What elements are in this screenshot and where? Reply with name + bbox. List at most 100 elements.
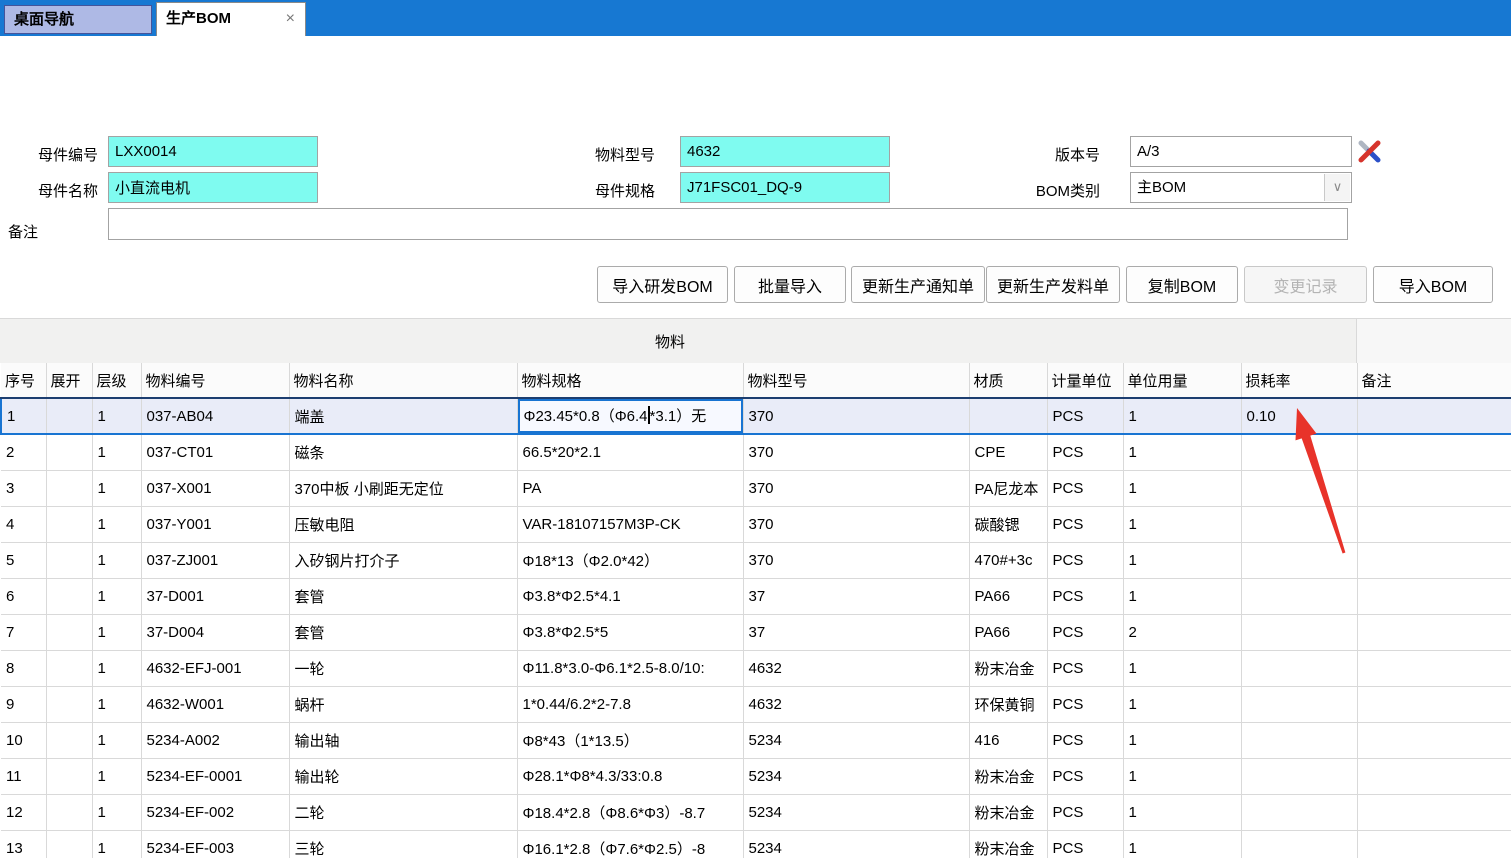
column-header-model[interactable]: 物料型号 xyxy=(743,363,969,398)
cell-model[interactable]: 370 xyxy=(743,542,969,578)
cell-name[interactable]: 三轮 xyxy=(289,830,517,858)
cell-model[interactable]: 4632 xyxy=(743,650,969,686)
cell-level[interactable]: 1 xyxy=(92,398,141,434)
column-header-code[interactable]: 物料编号 xyxy=(141,363,289,398)
import-bom-button[interactable]: 导入BOM xyxy=(1373,266,1493,303)
cell-expand[interactable] xyxy=(46,470,92,506)
cell-loss[interactable] xyxy=(1241,470,1357,506)
cell-spec[interactable]: VAR-18107157M3P-CK xyxy=(517,506,743,542)
cell-code[interactable]: 5234-EF-002 xyxy=(141,794,289,830)
cell-level[interactable]: 1 xyxy=(92,758,141,794)
copy-bom-button[interactable]: 复制BOM xyxy=(1126,266,1238,303)
cell-seq[interactable]: 9 xyxy=(1,686,46,722)
parent-code-input[interactable] xyxy=(108,136,318,167)
table-row[interactable]: 814632-EFJ-001一轮Φ11.8*3.0-Φ6.1*2.5-8.0/1… xyxy=(1,650,1511,686)
cell-remark[interactable] xyxy=(1357,470,1511,506)
cell-remark[interactable] xyxy=(1357,434,1511,470)
column-header-qty[interactable]: 单位用量 xyxy=(1123,363,1241,398)
cell-spec[interactable]: Φ11.8*3.0-Φ6.1*2.5-8.0/10: xyxy=(517,650,743,686)
cell-qty[interactable]: 1 xyxy=(1123,542,1241,578)
cell-seq[interactable]: 3 xyxy=(1,470,46,506)
cell-expand[interactable] xyxy=(46,398,92,434)
cell-name[interactable]: 输出轮 xyxy=(289,758,517,794)
cell-remark[interactable] xyxy=(1357,722,1511,758)
cell-level[interactable]: 1 xyxy=(92,686,141,722)
table-row[interactable]: 914632-W001蜗杆1*0.44/6.2*2-7.84632环保黄铜PCS… xyxy=(1,686,1511,722)
cell-material[interactable]: PA66 xyxy=(969,614,1047,650)
column-header-seq[interactable]: 序号 xyxy=(1,363,46,398)
cell-qty[interactable]: 1 xyxy=(1123,398,1241,434)
column-header-level[interactable]: 层级 xyxy=(92,363,141,398)
cell-level[interactable]: 1 xyxy=(92,434,141,470)
cell-remark[interactable] xyxy=(1357,758,1511,794)
cell-code[interactable]: 5234-EF-0001 xyxy=(141,758,289,794)
cell-model[interactable]: 5234 xyxy=(743,830,969,858)
cell-remark[interactable] xyxy=(1357,398,1511,434)
table-row[interactable]: 11037-AB04端盖Φ23.45*0.8（Φ6.4*3.1）无370PCS1… xyxy=(1,398,1511,434)
cell-level[interactable]: 1 xyxy=(92,614,141,650)
cell-expand[interactable] xyxy=(46,758,92,794)
cell-qty[interactable]: 1 xyxy=(1123,794,1241,830)
cell-model[interactable]: 37 xyxy=(743,578,969,614)
table-row[interactable]: 51037-ZJ001入矽钢片打介子Φ18*13（Φ2.0*42）370470#… xyxy=(1,542,1511,578)
cell-remark[interactable] xyxy=(1357,830,1511,858)
cell-name[interactable]: 370中板 小刷距无定位 xyxy=(289,470,517,506)
cell-seq[interactable]: 11 xyxy=(1,758,46,794)
cell-seq[interactable]: 8 xyxy=(1,650,46,686)
cell-name[interactable]: 二轮 xyxy=(289,794,517,830)
cell-edit-box[interactable]: Φ23.45*0.8（Φ6.4*3.1）无 xyxy=(518,399,743,433)
table-row[interactable]: 21037-CT01磁条66.5*20*2.1370CPEPCS1 xyxy=(1,434,1511,470)
cell-level[interactable]: 1 xyxy=(92,794,141,830)
cell-qty[interactable]: 1 xyxy=(1123,650,1241,686)
cell-seq[interactable]: 2 xyxy=(1,434,46,470)
cell-loss[interactable] xyxy=(1241,434,1357,470)
cell-material[interactable]: 粉末冶金 xyxy=(969,830,1047,858)
column-header-loss[interactable]: 损耗率 xyxy=(1241,363,1357,398)
cell-unit[interactable]: PCS xyxy=(1047,614,1123,650)
cell-code[interactable]: 37-D001 xyxy=(141,578,289,614)
cell-name[interactable]: 压敏电阻 xyxy=(289,506,517,542)
cell-loss[interactable] xyxy=(1241,830,1357,858)
cell-spec[interactable]: Φ18*13（Φ2.0*42） xyxy=(517,542,743,578)
cell-level[interactable]: 1 xyxy=(92,722,141,758)
cell-seq[interactable]: 4 xyxy=(1,506,46,542)
cell-name[interactable]: 端盖 xyxy=(289,398,517,434)
cell-level[interactable]: 1 xyxy=(92,578,141,614)
column-header-spec[interactable]: 物料规格 xyxy=(517,363,743,398)
update-production-notice-button[interactable]: 更新生产通知单 xyxy=(851,266,985,303)
cell-loss[interactable] xyxy=(1241,506,1357,542)
close-tab-icon[interactable]: × xyxy=(286,3,295,35)
cell-code[interactable]: 5234-EF-003 xyxy=(141,830,289,858)
cell-spec[interactable]: Φ3.8*Φ2.5*5 xyxy=(517,614,743,650)
cell-code[interactable]: 037-ZJ001 xyxy=(141,542,289,578)
cell-material[interactable]: 416 xyxy=(969,722,1047,758)
chevron-down-icon[interactable]: ∨ xyxy=(1324,174,1350,201)
cell-model[interactable]: 5234 xyxy=(743,722,969,758)
table-row[interactable]: 1315234-EF-003三轮Φ16.1*2.8（Φ7.6*Φ2.5）-852… xyxy=(1,830,1511,858)
cell-seq[interactable]: 6 xyxy=(1,578,46,614)
bom-type-select[interactable]: 主BOM ∨ xyxy=(1130,172,1352,203)
cell-unit[interactable]: PCS xyxy=(1047,434,1123,470)
cell-expand[interactable] xyxy=(46,830,92,858)
cell-loss[interactable] xyxy=(1241,686,1357,722)
cell-level[interactable]: 1 xyxy=(92,470,141,506)
cell-model[interactable]: 370 xyxy=(743,434,969,470)
cell-remark[interactable] xyxy=(1357,578,1511,614)
cell-loss[interactable] xyxy=(1241,578,1357,614)
cell-model[interactable]: 4632 xyxy=(743,686,969,722)
column-header-unit[interactable]: 计量单位 xyxy=(1047,363,1123,398)
cell-remark[interactable] xyxy=(1357,506,1511,542)
table-row[interactable]: 41037-Y001压敏电阻VAR-18107157M3P-CK370碳酸锶PC… xyxy=(1,506,1511,542)
update-material-issue-button[interactable]: 更新生产发料单 xyxy=(986,266,1120,303)
cell-unit[interactable]: PCS xyxy=(1047,686,1123,722)
cell-qty[interactable]: 1 xyxy=(1123,758,1241,794)
cell-qty[interactable]: 1 xyxy=(1123,470,1241,506)
cell-spec[interactable]: 66.5*20*2.1 xyxy=(517,434,743,470)
version-tools-icon[interactable] xyxy=(1356,138,1383,165)
cell-material[interactable] xyxy=(969,398,1047,434)
cell-remark[interactable] xyxy=(1357,542,1511,578)
cell-material[interactable]: PA尼龙本 xyxy=(969,470,1047,506)
cell-unit[interactable]: PCS xyxy=(1047,470,1123,506)
column-header-name[interactable]: 物料名称 xyxy=(289,363,517,398)
cell-spec[interactable]: Φ3.8*Φ2.5*4.1 xyxy=(517,578,743,614)
